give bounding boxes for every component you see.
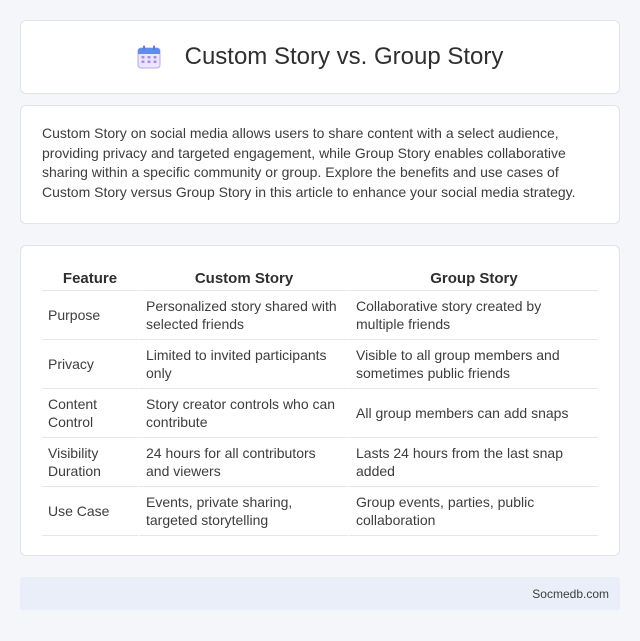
feature-cell: Visibility Duration — [42, 438, 138, 487]
feature-cell: Use Case — [42, 487, 138, 536]
feature-cell: Privacy — [42, 340, 138, 389]
table-row: Content Control Story creator controls w… — [42, 389, 598, 438]
table-header-row: Feature Custom Story Group Story — [42, 263, 598, 291]
footer-site-link[interactable]: Socmedb.com — [532, 587, 609, 601]
custom-story-cell: Limited to invited participants only — [138, 340, 348, 389]
group-story-cell: Visible to all group members and sometim… — [348, 340, 598, 389]
title-wrap: Custom Story vs. Group Story — [137, 43, 504, 71]
table-row: Visibility Duration 24 hours for all con… — [42, 438, 598, 487]
header-group-story: Group Story — [348, 263, 598, 291]
intro-card: Custom Story on social media allows user… — [20, 105, 620, 224]
custom-story-cell: Personalized story shared with selected … — [138, 291, 348, 340]
header-custom-story: Custom Story — [138, 263, 348, 291]
footer: Socmedb.com — [20, 577, 620, 610]
group-story-cell: All group members can add snaps — [348, 389, 598, 438]
group-story-cell: Collaborative story created by multiple … — [348, 291, 598, 340]
calendar-icon — [137, 45, 161, 69]
group-story-cell: Lasts 24 hours from the last snap added — [348, 438, 598, 487]
feature-cell: Purpose — [42, 291, 138, 340]
custom-story-cell: Story creator controls who can contribut… — [138, 389, 348, 438]
group-story-cell: Group events, parties, public collaborat… — [348, 487, 598, 536]
comparison-table: Feature Custom Story Group Story Purpose… — [42, 263, 598, 536]
table-row: Purpose Personalized story shared with s… — [42, 291, 598, 340]
title-card: Custom Story vs. Group Story — [20, 20, 620, 94]
comparison-card: Feature Custom Story Group Story Purpose… — [20, 245, 620, 556]
table-row: Use Case Events, private sharing, target… — [42, 487, 598, 536]
custom-story-cell: 24 hours for all contributors and viewer… — [138, 438, 348, 487]
page-title: Custom Story vs. Group Story — [184, 43, 504, 70]
table-row: Privacy Limited to invited participants … — [42, 340, 598, 389]
feature-cell: Content Control — [42, 389, 138, 438]
intro-paragraph: Custom Story on social media allows user… — [42, 125, 576, 200]
header-feature: Feature — [42, 263, 138, 291]
custom-story-cell: Events, private sharing, targeted storyt… — [138, 487, 348, 536]
